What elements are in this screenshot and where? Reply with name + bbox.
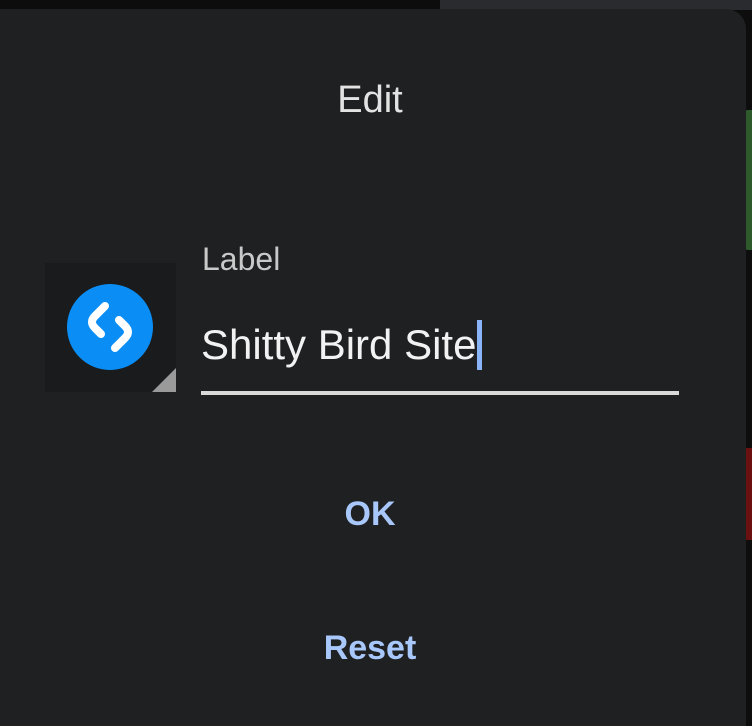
text-caret <box>477 319 483 370</box>
label-field-value: Shitty Bird Site <box>201 321 477 368</box>
shazam-icon <box>67 284 153 370</box>
label-text-field[interactable]: Shitty Bird Site <box>201 309 679 395</box>
edit-dialog: Edit Label Shitty Bird Site OK Reset <box>0 9 746 726</box>
dropdown-corner-icon <box>152 368 176 392</box>
label-field-caption: Label <box>202 241 281 277</box>
reset-button[interactable]: Reset <box>0 629 740 668</box>
app-icon-picker[interactable] <box>45 263 176 392</box>
dialog-title: Edit <box>337 79 403 121</box>
ok-button[interactable]: OK <box>0 495 740 534</box>
